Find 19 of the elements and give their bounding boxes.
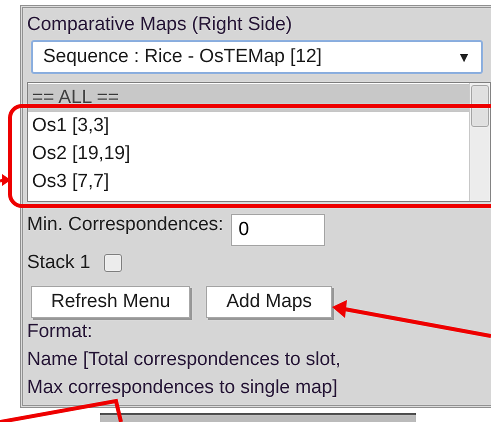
- list-item[interactable]: Os2 [19,19]: [28, 140, 469, 168]
- refresh-menu-button[interactable]: Refresh Menu: [31, 286, 190, 318]
- list-item[interactable]: Os3 [7,7]: [28, 168, 469, 196]
- list-item[interactable]: Os1 [3,3]: [28, 112, 469, 140]
- stack-checkbox[interactable]: [104, 254, 122, 272]
- arrow: [0, 174, 11, 186]
- scrollbar[interactable]: [469, 83, 490, 201]
- format-text: Max correspondences to single map]: [27, 376, 338, 400]
- min-label: Min. Correspondences:: [27, 214, 224, 236]
- stack-label: Stack 1: [27, 252, 90, 274]
- format-text: Format:: [27, 320, 92, 344]
- format-text: Name [Total correspondences to slot,: [27, 348, 341, 372]
- map-select[interactable]: Sequence : Rice - OsTEMap [12] ▼: [31, 40, 483, 74]
- panel-title: Comparative Maps (Right Side): [27, 14, 294, 36]
- scroll-thumb[interactable]: [471, 85, 489, 127]
- min-correspondences-field[interactable]: 0: [231, 214, 326, 246]
- add-maps-button[interactable]: Add Maps: [206, 286, 332, 318]
- select-value: Sequence : Rice - OsTEMap [12]: [43, 46, 322, 68]
- dropdown-arrow: ▼: [457, 49, 471, 65]
